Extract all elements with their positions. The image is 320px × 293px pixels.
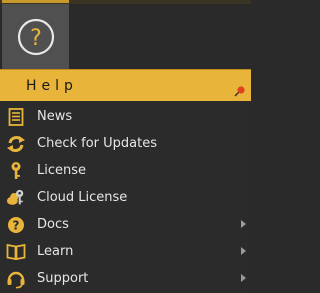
question-icon: ? — [6, 215, 26, 235]
help-menu: Help News Check for Updates License Clou… — [0, 69, 251, 293]
menu-item-label: Support — [37, 271, 89, 286]
menu-item-docs[interactable]: ? Docs — [0, 211, 251, 238]
help-menu-title: Help — [26, 78, 78, 94]
menu-item-label: Learn — [37, 244, 74, 259]
menu-item-label: Docs — [37, 217, 69, 232]
menu-item-license[interactable]: License — [0, 157, 251, 184]
active-accent-bar — [2, 0, 69, 3]
submenu-arrow-icon — [241, 247, 246, 255]
key-icon — [6, 161, 26, 181]
question-circle-icon: ? — [16, 17, 56, 57]
menu-item-learn[interactable]: Learn — [0, 238, 251, 265]
svg-text:?: ? — [30, 26, 42, 51]
toolbar-background — [69, 4, 251, 69]
menu-item-news[interactable]: News — [0, 103, 251, 130]
svg-text:?: ? — [13, 219, 20, 233]
news-icon — [6, 107, 26, 127]
submenu-arrow-icon — [241, 220, 246, 228]
menu-item-cloud-license[interactable]: Cloud License — [0, 184, 251, 211]
menu-item-check-for-updates[interactable]: Check for Updates — [0, 130, 251, 157]
headset-icon — [6, 269, 26, 289]
help-toolbar-button[interactable]: ? — [2, 4, 69, 69]
menu-item-support[interactable]: Support — [0, 265, 251, 292]
menu-item-label: Check for Updates — [37, 136, 157, 151]
book-icon — [6, 242, 26, 262]
submenu-arrow-icon — [241, 274, 246, 282]
cloud-key-icon — [6, 188, 26, 208]
menu-item-label: License — [37, 163, 87, 178]
refresh-icon — [6, 134, 26, 154]
help-menu-header: Help — [0, 69, 251, 101]
pin-icon[interactable] — [234, 82, 246, 101]
menu-item-label: News — [37, 109, 73, 124]
menu-item-label: Cloud License — [37, 190, 128, 205]
